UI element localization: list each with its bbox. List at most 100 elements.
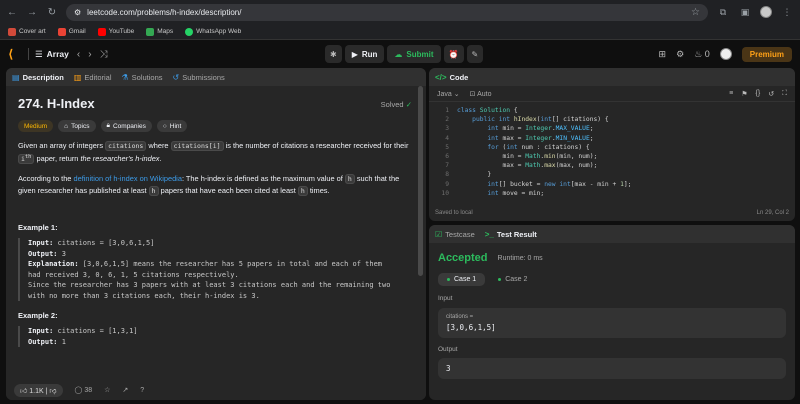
description-panel: ▤ Description ▥ Editorial ⚗ Solutions ↺ Subm…: [6, 68, 426, 400]
case-1-tab[interactable]: Case 1: [438, 273, 486, 286]
cursor-position: Ln 29, Col 2: [756, 210, 789, 216]
difficulty-badge[interactable]: Medium: [18, 120, 54, 132]
leetcode-logo-icon[interactable]: ⟨: [8, 47, 22, 61]
alarm-icon: ⏰: [448, 49, 459, 59]
fire-icon: ♨: [694, 48, 703, 59]
shuffle-icon[interactable]: ⤨: [100, 49, 108, 60]
language-select[interactable]: Java ⌄: [437, 90, 460, 98]
description-footer: 👍︎ 1.1K | 👎︎ ◯ 38 ☆ ↗ ?: [6, 380, 426, 400]
document-icon: ▤: [12, 72, 20, 82]
bookmarks-bar: Cover art Gmail YouTube Maps WhatsApp We…: [0, 24, 800, 40]
profile-avatar[interactable]: [760, 6, 772, 18]
format-icon[interactable]: ≡: [729, 90, 733, 98]
auto-mode[interactable]: ⊡ Auto: [470, 90, 492, 98]
prev-problem-icon[interactable]: ‹: [77, 49, 80, 60]
submit-button[interactable]: ☁ Submit: [387, 45, 441, 63]
problem-title: 274. H-Index: [18, 96, 95, 111]
problem-statement: Given an array of integers citations whe…: [18, 141, 409, 165]
save-status: Saved to local: [435, 210, 473, 216]
tab-testcase[interactable]: ☑ Testcase: [435, 230, 475, 239]
layout-icon[interactable]: ⊞: [659, 49, 667, 60]
timer-button[interactable]: ⏰: [443, 45, 464, 63]
comments-button[interactable]: ◯ 38: [75, 386, 93, 394]
example-2: Input: citations = [1,3,1] Output: 1: [18, 326, 414, 348]
tag-icon: ⌂: [64, 122, 69, 130]
tab-description[interactable]: ▤ Description: [12, 73, 64, 82]
reset-icon[interactable]: ↺: [768, 90, 774, 98]
user-avatar[interactable]: [719, 48, 732, 60]
case-2-tab[interactable]: Case 2: [489, 273, 536, 286]
leetcode-topbar: ⟨ ☰ Array ‹ › ⤨ ✱ ▶ Run ☁ Submit ⏰ ✎ ⊞ ⚙ ♨ …: [0, 40, 800, 68]
output-box: 3: [438, 358, 786, 379]
problem-list-button[interactable]: ☰ Array: [35, 49, 69, 60]
braces-icon[interactable]: {}: [756, 90, 761, 98]
code-toolbar: Java ⌄ ⊡ Auto ≡ ⚑ {} ↺ ⛶: [429, 86, 795, 102]
bookmark-item[interactable]: WhatsApp Web: [185, 27, 241, 36]
companies-chip[interactable]: 🔒︎ Companies: [100, 120, 152, 132]
history-icon: ↺: [172, 72, 180, 82]
tab-code[interactable]: </> Code: [435, 73, 468, 82]
fullscreen-icon[interactable]: ⛶: [782, 90, 787, 98]
bookmark-item[interactable]: YouTube: [97, 27, 134, 36]
description-scrollbar[interactable]: [418, 86, 423, 276]
bookmark-favicon-icon: [8, 27, 16, 36]
debug-button[interactable]: ✱: [325, 45, 342, 63]
result-status: Accepted: [438, 252, 488, 264]
terminal-icon: >_: [484, 229, 494, 239]
tab-solutions[interactable]: ⚗ Solutions: [122, 73, 163, 82]
code-editor[interactable]: 1 class Solution { 2 public int hIndex(in…: [429, 102, 795, 198]
settings-icon[interactable]: ⚙: [676, 49, 684, 60]
lock-icon: 🔒︎: [106, 122, 110, 129]
notes-button[interactable]: ✎: [466, 45, 484, 63]
tab-editorial[interactable]: ▥ Editorial: [74, 73, 112, 82]
tab-submissions[interactable]: ↺ Submissions: [173, 73, 225, 82]
variable-name: citations =: [446, 314, 474, 320]
bookmark-star-icon[interactable]: ☆: [691, 7, 700, 18]
next-problem-icon[interactable]: ›: [88, 49, 91, 60]
tab-test-result[interactable]: >_ Test Result: [485, 230, 537, 239]
help-icon[interactable]: ?: [140, 387, 144, 394]
bookmark-item[interactable]: Gmail: [57, 27, 86, 36]
bug-icon: ✱: [330, 49, 337, 59]
favorite-star-icon[interactable]: ☆: [104, 386, 110, 394]
sidepanel-icon[interactable]: ▣: [738, 7, 752, 18]
bookmark-item[interactable]: Cover art: [8, 27, 46, 36]
reload-icon[interactable]: ↻: [46, 7, 58, 18]
input-value: [3,0,6,1,5]: [446, 323, 496, 332]
example-1: Input: citations = [3,0,6,1,5] Output: 3…: [18, 238, 414, 302]
streak-counter[interactable]: ♨ 0: [694, 49, 710, 60]
share-icon[interactable]: ↗: [122, 386, 128, 394]
h-index-definition: According to the definition of h-index o…: [18, 174, 400, 197]
code-icon: </>: [435, 72, 447, 82]
input-box: citations = [3,0,6,1,5]: [438, 308, 786, 338]
cloud-upload-icon: ☁: [394, 49, 403, 59]
topics-chip[interactable]: ⌂ Topics: [58, 120, 96, 132]
result-tabs: ☑ Testcase >_ Test Result: [429, 225, 795, 243]
site-info-icon[interactable]: ⚙: [74, 8, 81, 17]
address-bar[interactable]: ⚙ leetcode.com/problems/h-index/descript…: [66, 3, 708, 21]
output-value: 3: [446, 364, 451, 373]
editor-statusbar: Saved to local Ln 29, Col 2: [429, 205, 795, 221]
url-text: leetcode.com/problems/h-index/descriptio…: [87, 7, 242, 17]
forward-icon[interactable]: →: [26, 7, 38, 18]
note-icon: ✎: [471, 49, 479, 59]
extensions-icon[interactable]: ⧉: [716, 7, 730, 18]
back-icon[interactable]: ←: [6, 7, 18, 18]
flask-icon: ⚗: [121, 72, 129, 82]
thumbs-down-icon: 👎︎: [49, 387, 57, 395]
code-panel: </> Code Java ⌄ ⊡ Auto ≡ ⚑ {} ↺ ⛶ 1 class …: [429, 68, 795, 221]
browser-toolbar: ← → ↻ ⚙ leetcode.com/problems/h-index/de…: [0, 0, 800, 24]
premium-button[interactable]: Premium: [741, 46, 792, 62]
thumbs-up-icon: 👍︎: [20, 387, 28, 395]
bookmark-item[interactable]: Maps: [146, 27, 173, 36]
hint-chip[interactable]: ○ Hint: [156, 120, 188, 132]
wikipedia-link[interactable]: definition of h-index on Wikipedia: [73, 174, 181, 183]
input-label: Input: [438, 295, 453, 302]
run-button[interactable]: ▶ Run: [344, 45, 385, 63]
result-body: Accepted Runtime: 0 ms Case 1 Case 2 Inp…: [429, 243, 795, 388]
divider: [28, 48, 29, 60]
menu-icon[interactable]: ⋮: [780, 7, 794, 18]
bookmark-icon[interactable]: ⚑: [741, 90, 747, 98]
like-button[interactable]: 👍︎ 1.1K | 👎︎: [14, 383, 63, 397]
problem-description: 274. H-Index Solved ✓ Medium ⌂ Topics 🔒︎ C…: [6, 86, 426, 400]
